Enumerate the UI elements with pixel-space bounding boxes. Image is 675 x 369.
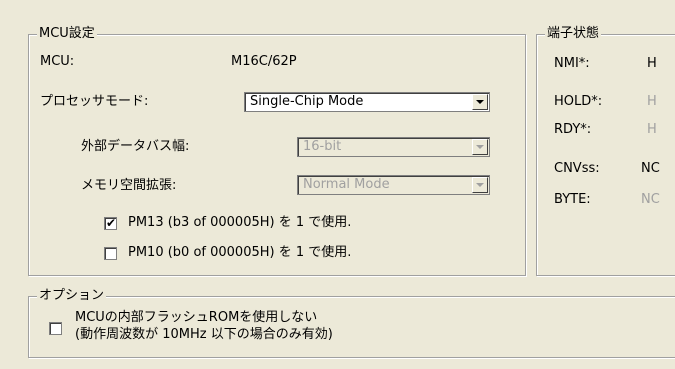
pin-status-group: 端子状態 NMI*: H HOLD*: H RDY*: H CNVss: NC … xyxy=(536,26,675,276)
external-bus-width-label: 外部データバス幅: xyxy=(81,139,190,154)
pin-status-title: 端子状態 xyxy=(545,26,602,42)
pm13-label[interactable]: PM13 (b3 of 000005H) を 1 で使用. xyxy=(128,215,351,231)
checkmark-icon: ✔ xyxy=(106,216,117,230)
pin-name-rdy: RDY*: xyxy=(554,122,592,137)
memory-space-label: メモリ空間拡張: xyxy=(81,178,177,193)
options-title: オプション xyxy=(37,288,107,304)
mcu-label: MCU: xyxy=(40,54,75,69)
disable-internal-flash-label[interactable]: MCUの内部フラッシュROMを使用しない xyxy=(75,310,317,326)
pin-name-hold: HOLD*: xyxy=(554,94,603,109)
chevron-down-icon xyxy=(472,177,488,193)
pin-value-rdy: H xyxy=(647,122,657,137)
processor-mode-label: プロセッサモード: xyxy=(40,94,149,109)
pin-name-cnvss: CNVss: xyxy=(554,161,600,176)
mcu-settings-group: MCU設定 MCU: M16C/62P プロセッサモード: Single-Chi… xyxy=(28,26,526,276)
memory-space-value: Normal Mode xyxy=(303,177,390,192)
mcu-settings-title: MCU設定 xyxy=(37,26,97,42)
chevron-down-icon[interactable] xyxy=(472,94,488,110)
processor-mode-value: Single-Chip Mode xyxy=(250,94,364,109)
disable-internal-flash-note: (動作周波数が 10MHz 以下の場合のみ有効) xyxy=(75,327,333,342)
pm13-checkbox[interactable]: ✔ xyxy=(104,216,117,230)
pin-value-hold: H xyxy=(647,94,657,109)
pm10-checkbox[interactable] xyxy=(104,247,117,260)
pin-name-byte: BYTE: xyxy=(554,192,591,207)
mcu-value: M16C/62P xyxy=(231,54,297,69)
processor-mode-select[interactable]: Single-Chip Mode xyxy=(244,92,490,112)
external-bus-width-value: 16-bit xyxy=(303,139,342,154)
external-bus-width-select: 16-bit xyxy=(297,137,490,157)
pin-value-byte: NC xyxy=(641,192,660,207)
chevron-down-icon xyxy=(472,139,488,155)
pin-value-cnvss: NC xyxy=(641,161,660,176)
pm10-label[interactable]: PM10 (b0 of 000005H) を 1 で使用. xyxy=(128,245,351,261)
disable-internal-flash-checkbox[interactable] xyxy=(49,322,62,335)
pin-name-nmi: NMI*: xyxy=(554,56,590,71)
pin-value-nmi: H xyxy=(647,56,657,71)
options-group: オプション MCUの内部フラッシュROMを使用しない (動作周波数が 10MHz… xyxy=(28,288,675,358)
memory-space-select: Normal Mode xyxy=(297,175,490,195)
